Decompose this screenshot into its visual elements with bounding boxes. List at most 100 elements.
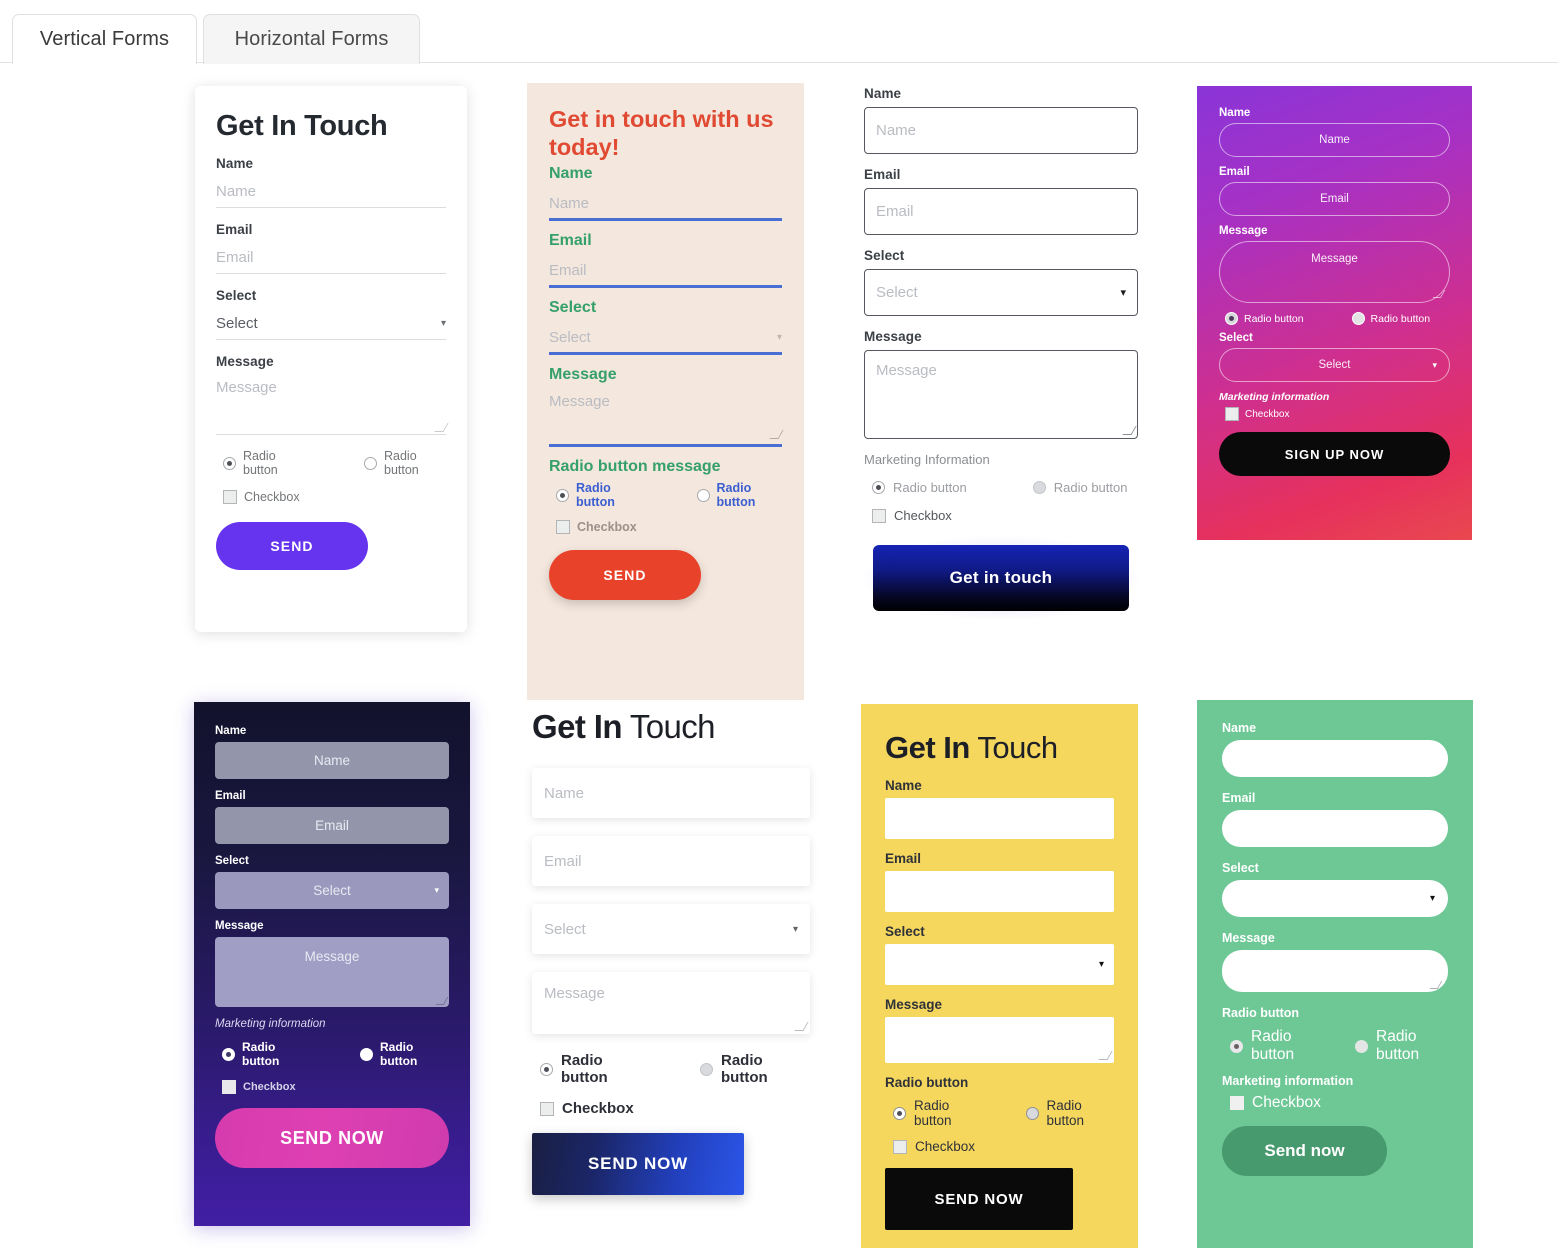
resize-grip-icon[interactable] <box>1429 981 1443 989</box>
radio-option-1[interactable]: Radio button <box>885 1098 982 1128</box>
resize-grip-icon[interactable] <box>1098 1051 1113 1060</box>
email-input[interactable]: Email <box>216 241 446 274</box>
checkbox-option[interactable]: Checkbox <box>532 1100 810 1117</box>
tab-vertical-forms[interactable]: Vertical Forms <box>12 14 197 64</box>
radio-icon[interactable] <box>696 488 710 502</box>
send-now-button[interactable]: SEND NOW <box>215 1108 449 1168</box>
checkbox-option[interactable]: Checkbox <box>885 1139 1114 1154</box>
get-in-touch-button[interactable]: Get in touch <box>873 545 1129 611</box>
radio-option-2[interactable]: Radio button <box>1346 312 1430 325</box>
message-textarea[interactable]: Message <box>864 350 1138 439</box>
sign-up-now-button[interactable]: SIGN UP NOW <box>1219 432 1450 476</box>
name-input[interactable]: Name <box>1219 123 1450 157</box>
email-input[interactable] <box>1222 810 1448 847</box>
select-dropdown[interactable]: Select ▾ <box>216 307 446 340</box>
select-dropdown[interactable]: Select ▾ <box>1219 348 1450 382</box>
message-textarea[interactable] <box>1222 950 1448 992</box>
radio-icon[interactable] <box>700 1062 713 1076</box>
radio-option-1[interactable]: Radio button <box>215 1040 311 1068</box>
radio-option-1[interactable]: Radio button <box>216 449 305 477</box>
message-placeholder: Message <box>1311 253 1358 265</box>
name-input[interactable]: Name <box>216 175 446 208</box>
send-now-button[interactable]: Send now <box>1222 1126 1387 1176</box>
message-textarea[interactable]: Message <box>215 937 449 1007</box>
radio-option-2[interactable]: Radio button <box>690 481 783 509</box>
radio-icon[interactable] <box>1025 1106 1039 1120</box>
message-textarea[interactable]: Message <box>216 373 449 435</box>
checkbox-icon[interactable] <box>540 1101 554 1116</box>
name-input[interactable] <box>885 798 1114 839</box>
radio-icon[interactable] <box>364 456 377 470</box>
radio-icon[interactable] <box>556 488 569 502</box>
radio-option-2[interactable]: Radio button <box>692 1052 810 1086</box>
name-input[interactable]: Name <box>864 107 1138 154</box>
checkbox-icon[interactable] <box>223 490 237 504</box>
radio-option-2[interactable]: Radio button <box>353 1040 449 1068</box>
send-button[interactable]: SEND <box>549 550 701 601</box>
email-input[interactable]: Email <box>549 255 782 289</box>
radio-option-1[interactable]: Radio button <box>549 481 642 509</box>
radio-icon[interactable] <box>540 1062 553 1076</box>
select-dropdown[interactable]: ▾ <box>885 944 1114 985</box>
radio-icon[interactable] <box>1230 1039 1243 1053</box>
send-now-button[interactable]: SEND NOW <box>885 1168 1073 1230</box>
radio-option-1[interactable]: Radio button <box>1222 1028 1323 1064</box>
send-now-button[interactable]: SEND NOW <box>532 1133 744 1195</box>
name-input[interactable]: Name <box>215 742 449 779</box>
radio-option-2[interactable]: Radio button <box>1018 1098 1115 1128</box>
radio-icon[interactable] <box>223 456 236 470</box>
radio-icon[interactable] <box>1032 481 1046 494</box>
message-textarea[interactable]: Message <box>532 972 810 1034</box>
resize-grip-icon[interactable] <box>794 1022 809 1031</box>
select-dropdown[interactable]: Select ▾ <box>532 904 810 954</box>
select-dropdown[interactable]: Select ▾ <box>215 872 449 909</box>
radio-icon[interactable] <box>1355 1039 1368 1053</box>
radio-icon[interactable] <box>360 1047 373 1061</box>
checkbox-icon[interactable] <box>222 1080 236 1094</box>
resize-grip-icon[interactable] <box>1122 426 1137 435</box>
radio-icon[interactable] <box>893 1106 906 1120</box>
checkbox-icon[interactable] <box>1230 1096 1244 1110</box>
checkbox-icon[interactable] <box>1225 407 1239 421</box>
checkbox-icon[interactable] <box>556 520 570 535</box>
checkbox-icon[interactable] <box>893 1139 907 1154</box>
radio-option-1[interactable]: Radio button <box>532 1052 650 1086</box>
checkbox-option[interactable]: Checkbox <box>549 520 782 535</box>
radio-icon[interactable] <box>222 1047 235 1061</box>
email-input[interactable]: Email <box>864 188 1138 235</box>
checkbox-option[interactable]: Checkbox <box>216 490 446 504</box>
select-dropdown[interactable]: ▾ <box>1222 880 1448 917</box>
radio-option-1[interactable]: Radio button <box>864 480 967 495</box>
select-dropdown[interactable]: Select ▾ <box>549 322 782 356</box>
checkbox-option[interactable]: Checkbox <box>1222 1094 1448 1112</box>
radio-option-2[interactable]: Radio button <box>1025 480 1127 495</box>
radio-icon[interactable] <box>872 481 885 494</box>
email-input[interactable] <box>885 871 1114 912</box>
radio-icon[interactable] <box>1351 312 1365 325</box>
checkbox-option[interactable]: Checkbox <box>215 1080 449 1094</box>
name-input[interactable] <box>1222 740 1448 777</box>
select-dropdown[interactable]: Select ▾ <box>864 269 1138 316</box>
resize-grip-icon[interactable] <box>434 423 449 432</box>
resize-grip-icon[interactable] <box>435 997 449 1005</box>
message-textarea[interactable]: Message <box>549 389 784 448</box>
radio-icon[interactable] <box>1225 312 1238 325</box>
email-input[interactable]: Email <box>215 807 449 844</box>
email-input[interactable]: Email <box>1219 182 1450 216</box>
name-input[interactable]: Name <box>532 768 810 818</box>
radio-option-1[interactable]: Radio button <box>1219 312 1304 325</box>
message-textarea[interactable]: Message <box>1219 241 1450 303</box>
tab-horizontal-forms[interactable]: Horizontal Forms <box>203 14 420 64</box>
message-textarea[interactable] <box>885 1017 1114 1063</box>
name-placeholder: Name <box>313 753 350 768</box>
name-input[interactable]: Name <box>549 188 782 222</box>
resize-grip-icon[interactable] <box>769 430 784 440</box>
send-button[interactable]: SEND <box>216 522 368 570</box>
email-input[interactable]: Email <box>532 836 810 886</box>
radio-option-2[interactable]: Radio button <box>1347 1028 1448 1064</box>
checkbox-option[interactable]: Checkbox <box>864 508 1138 523</box>
resize-grip-icon[interactable] <box>1432 290 1446 298</box>
checkbox-icon[interactable] <box>872 508 886 523</box>
radio-option-2[interactable]: Radio button <box>357 449 446 477</box>
checkbox-option[interactable]: Checkbox <box>1219 407 1450 421</box>
